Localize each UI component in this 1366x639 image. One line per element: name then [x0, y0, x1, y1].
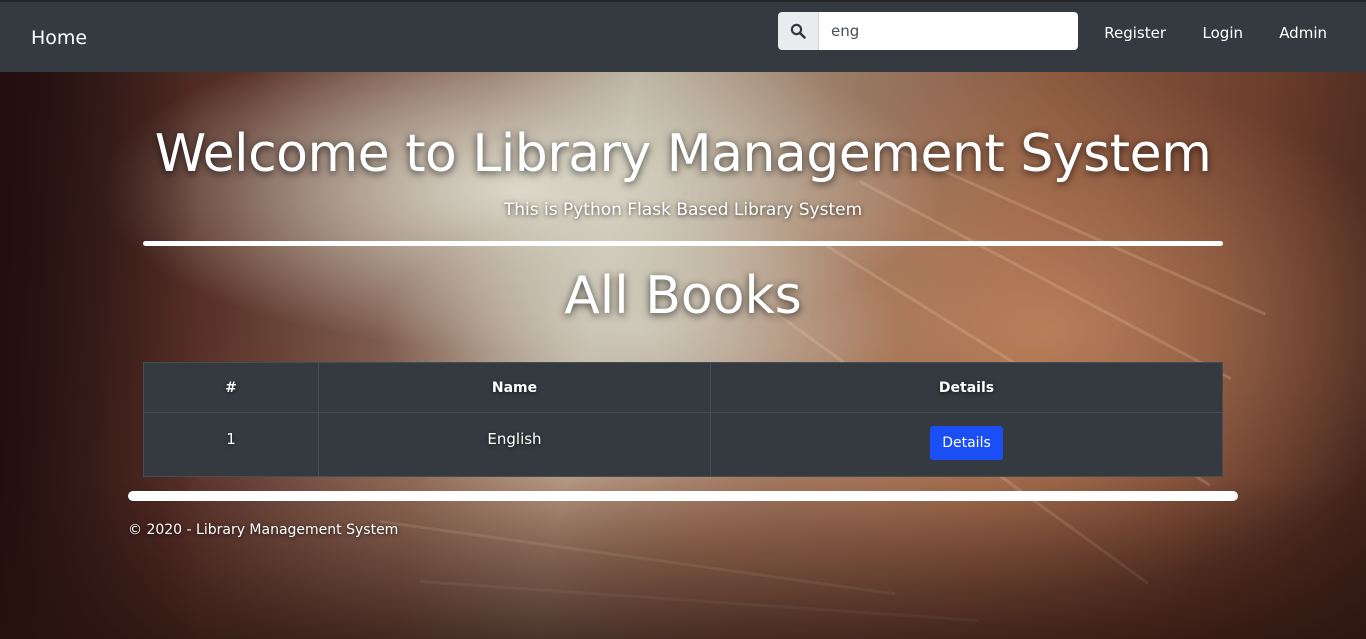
home-link[interactable]: Home	[31, 27, 87, 49]
books-table: # Name Details 1 English Details	[143, 362, 1223, 477]
search-button[interactable]	[778, 12, 819, 50]
admin-link[interactable]: Admin	[1279, 24, 1327, 42]
footer-text: © 2020 - Library Management System	[128, 522, 399, 538]
login-link[interactable]: Login	[1203, 24, 1243, 42]
details-button[interactable]: Details	[930, 426, 1003, 460]
column-header-details: Details	[710, 362, 1223, 413]
divider	[143, 241, 1223, 246]
page-title: Welcome to Library Management System	[154, 124, 1212, 184]
search-form	[778, 12, 1078, 50]
register-link[interactable]: Register	[1104, 24, 1166, 42]
background-shade-bottom	[0, 479, 1366, 639]
column-header-number: #	[143, 362, 319, 413]
footer-divider	[128, 491, 1238, 501]
column-header-name: Name	[318, 362, 711, 413]
section-title: All Books	[564, 266, 802, 326]
search-icon	[790, 23, 806, 39]
book-details-cell: Details	[710, 412, 1223, 477]
book-number-cell: 1	[143, 412, 319, 477]
table-header-row: # Name Details	[143, 362, 1223, 413]
table-row: 1 English Details	[143, 412, 1223, 477]
navbar: Home Register Login Admin	[0, 0, 1366, 72]
book-name-cell: English	[318, 412, 711, 477]
page-subtitle: This is Python Flask Based Library Syste…	[503, 200, 863, 220]
search-input[interactable]	[819, 12, 1078, 50]
